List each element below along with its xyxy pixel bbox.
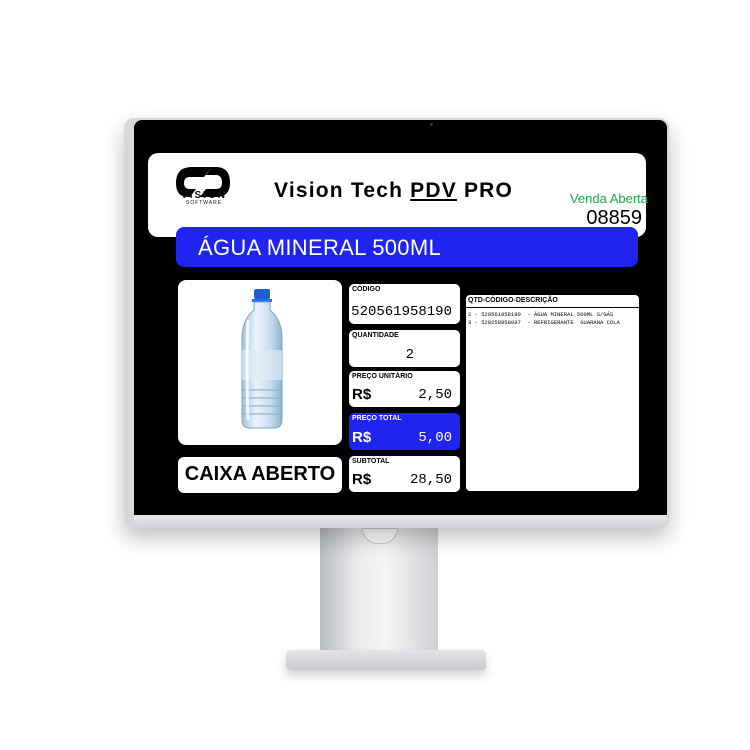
- code-field: CÓDIGO 520561958190: [349, 284, 460, 324]
- subtotal-value: 28,50: [409, 472, 452, 488]
- water-bottle-icon: [241, 289, 283, 429]
- code-value: 520561958190: [351, 304, 452, 320]
- app-title-pdv: PDV: [410, 179, 457, 202]
- unit-price-value: 2,50: [418, 387, 452, 403]
- quantity-field: QUANTIDADE 2: [349, 330, 460, 367]
- subtotal-currency: R$: [352, 471, 372, 488]
- app-title-suffix: PRO: [456, 179, 514, 202]
- subtotal-label: SUBTOTAL: [352, 458, 390, 465]
- pos-screen: VISION SOFTWARE Vision Tech PDV PRO Vend…: [146, 153, 648, 507]
- total-price-field: PREÇO TOTAL R$ 5,00: [349, 413, 460, 450]
- logo-subtext: SOFTWARE: [185, 200, 223, 206]
- product-banner: ÁGUA MINERAL 500ML: [176, 227, 638, 267]
- unit-price-currency: R$: [352, 386, 372, 403]
- register-status-panel: CAIXA ABERTO: [178, 457, 342, 493]
- unit-price-label: PREÇO UNITÁRIO: [352, 373, 413, 380]
- total-price-value: 5,00: [418, 430, 452, 446]
- list-item[interactable]: 3 - 520258958097 - REFRIGERANTE GUARANA …: [468, 319, 620, 326]
- items-list-panel: QTD-CÓDIGO-DESCRIÇÃO 2 - 520561958190 - …: [466, 295, 639, 491]
- subtotal-field: SUBTOTAL R$ 28,50: [349, 456, 460, 492]
- total-price-currency: R$: [352, 429, 372, 446]
- items-list-header: QTD-CÓDIGO-DESCRIÇÃO: [468, 297, 558, 304]
- app-title-prefix: Vision Tech: [274, 179, 411, 202]
- monitor-chin: [134, 515, 667, 528]
- unit-price-field: PREÇO UNITÁRIO R$ 2,50: [349, 371, 460, 407]
- quantity-value: 2: [405, 347, 414, 363]
- camera-dot: [430, 123, 433, 126]
- register-status: CAIXA ABERTO: [184, 463, 336, 485]
- total-price-label: PREÇO TOTAL: [352, 415, 402, 422]
- items-divider: [466, 307, 639, 308]
- quantity-label: QUANTIDADE: [352, 332, 399, 339]
- code-label: CÓDIGO: [352, 286, 381, 293]
- list-item[interactable]: 2 - 520561958190 - ÁGUA MINERAL 500ML S/…: [468, 311, 613, 318]
- product-name: ÁGUA MINERAL 500ML: [198, 235, 442, 260]
- app-title: Vision Tech PDV PRO: [274, 179, 544, 203]
- product-image-panel: [178, 280, 342, 445]
- sale-status: Venda Aberta: [569, 191, 648, 206]
- header-bar: VISION SOFTWARE Vision Tech PDV PRO Vend…: [148, 153, 648, 237]
- monitor-foot: [286, 650, 486, 670]
